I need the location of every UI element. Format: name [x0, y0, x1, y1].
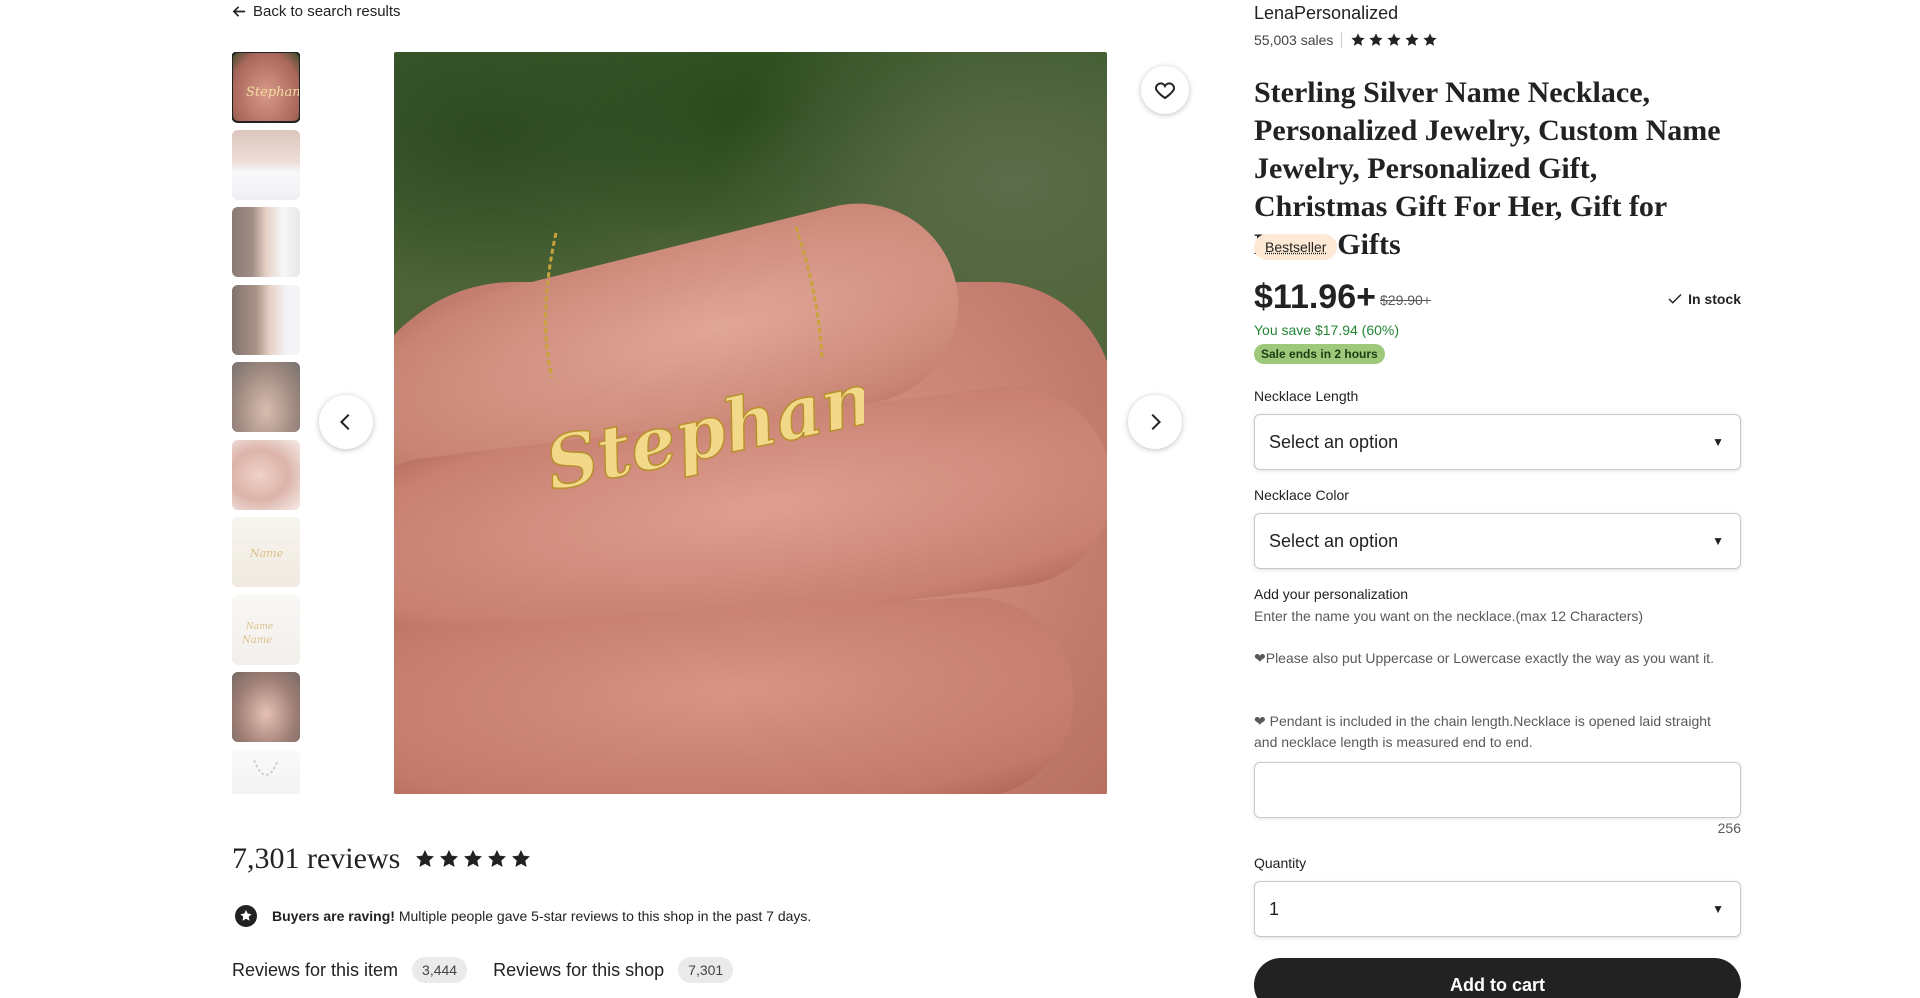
star-icon — [464, 849, 483, 867]
thumbnail-10[interactable] — [232, 749, 300, 794]
thumbnail-6[interactable] — [232, 439, 300, 510]
thumbnail-3[interactable] — [232, 207, 300, 277]
thumbnail-list: Stephanie Name NameName — [232, 52, 300, 794]
caret-down-icon: ▼ — [1712, 435, 1724, 449]
select-value: Select an option — [1269, 431, 1399, 452]
necklace-pendant: Stephanie — [544, 227, 864, 508]
add-to-cart-button[interactable]: Add to cart — [1254, 958, 1741, 998]
thumbnail-2[interactable] — [232, 129, 300, 200]
reviews-tabs: Reviews for this item 3,444 Reviews for … — [232, 957, 745, 983]
shop-meta: 55,003 sales — [1254, 32, 1438, 48]
star-icon — [488, 849, 507, 867]
star-icon — [416, 849, 435, 867]
star-icon — [1369, 33, 1383, 46]
reviews-count: 7,301 reviews — [232, 842, 401, 875]
personalization-help-3: ❤ Pendant is included in the chain lengt… — [1254, 713, 1711, 750]
quantity-select[interactable]: 1 ▼ — [1254, 881, 1741, 937]
tab-reviews-item[interactable]: Reviews for this item 3,444 — [232, 957, 468, 983]
caret-down-icon: ▼ — [1712, 534, 1724, 548]
star-icon — [512, 849, 531, 867]
thumbnail-7[interactable]: Name — [232, 517, 300, 587]
raving-bold: Buyers are raving! — [272, 908, 395, 924]
thumbnail-9[interactable] — [232, 672, 300, 742]
thumbnail-8[interactable]: Name Name — [232, 594, 300, 665]
arrow-left-icon — [232, 6, 246, 17]
back-to-search-link[interactable]: Back to search results — [232, 3, 401, 20]
review-stars — [414, 848, 532, 870]
finger-shape — [394, 592, 1079, 794]
heart-icon — [1154, 82, 1176, 100]
caret-down-icon: ▼ — [1712, 902, 1724, 916]
thumbnail-1[interactable]: Stephanie — [232, 52, 300, 123]
necklace-length-label: Necklace Length — [1254, 388, 1359, 404]
tab-reviews-shop[interactable]: Reviews for this shop 7,301 — [493, 957, 734, 983]
tab-label: Reviews for this item — [232, 959, 399, 980]
select-value: 1 — [1269, 898, 1280, 919]
quantity-label: Quantity — [1254, 855, 1307, 871]
shop-sales: 55,003 sales — [1254, 32, 1334, 48]
stock-label: In stock — [1688, 291, 1741, 307]
sale-price: $11.96+ — [1254, 278, 1376, 316]
bestseller-badge[interactable]: Bestseller — [1254, 234, 1338, 260]
sale-ends-badge: Sale ends in 2 hours — [1254, 344, 1385, 364]
original-price: $29.90+ — [1380, 292, 1431, 308]
personalization-textarea[interactable] — [1254, 762, 1741, 818]
back-link-label: Back to search results — [253, 3, 401, 20]
star-icon — [440, 849, 459, 867]
favorite-button[interactable] — [1141, 66, 1189, 114]
star-icon — [1405, 33, 1419, 46]
personalization-help-1: Enter the name you want on the necklace.… — [1254, 608, 1644, 624]
select-value: Select an option — [1269, 530, 1399, 551]
thumbnail-4[interactable] — [232, 284, 300, 355]
raving-text: Multiple people gave 5-star reviews to t… — [394, 908, 812, 924]
star-icon — [1351, 33, 1365, 46]
stock-status: In stock — [1666, 290, 1741, 308]
main-product-image: Stephanie — [394, 52, 1107, 794]
shop-rating-stars — [1350, 32, 1438, 48]
buyers-raving-notice: Buyers are raving! Multiple people gave … — [234, 904, 811, 928]
star-icon — [1423, 33, 1437, 46]
tab-label: Reviews for this shop — [493, 959, 665, 980]
personalization-help-2: ❤Please also put Uppercase or Lowercase … — [1254, 650, 1714, 666]
previous-image-button[interactable] — [319, 395, 373, 449]
thumbnail-5[interactable] — [232, 362, 300, 432]
savings-text: You save $17.94 (60%) — [1254, 322, 1400, 338]
necklace-color-label: Necklace Color — [1254, 487, 1349, 503]
star-icon — [1387, 33, 1401, 46]
check-icon — [1668, 293, 1682, 304]
necklace-length-select[interactable]: Select an option ▼ — [1254, 414, 1741, 470]
reviews-header: 7,301 reviews — [232, 842, 532, 876]
chevron-right-icon — [1151, 413, 1162, 431]
necklace-name-text: Stephanie — [544, 339, 864, 507]
chevron-left-icon — [339, 413, 350, 431]
star-badge-icon — [235, 905, 257, 927]
character-count: 256 — [1717, 820, 1741, 836]
necklace-color-select[interactable]: Select an option ▼ — [1254, 513, 1741, 569]
divider — [1341, 32, 1343, 48]
tab-count-badge: 7,301 — [678, 957, 734, 983]
shop-name-link[interactable]: LenaPersonalized — [1254, 3, 1398, 24]
tab-count-badge: 3,444 — [412, 957, 468, 983]
next-image-button[interactable] — [1128, 395, 1182, 449]
personalization-label: Add your personalization — [1254, 586, 1409, 602]
